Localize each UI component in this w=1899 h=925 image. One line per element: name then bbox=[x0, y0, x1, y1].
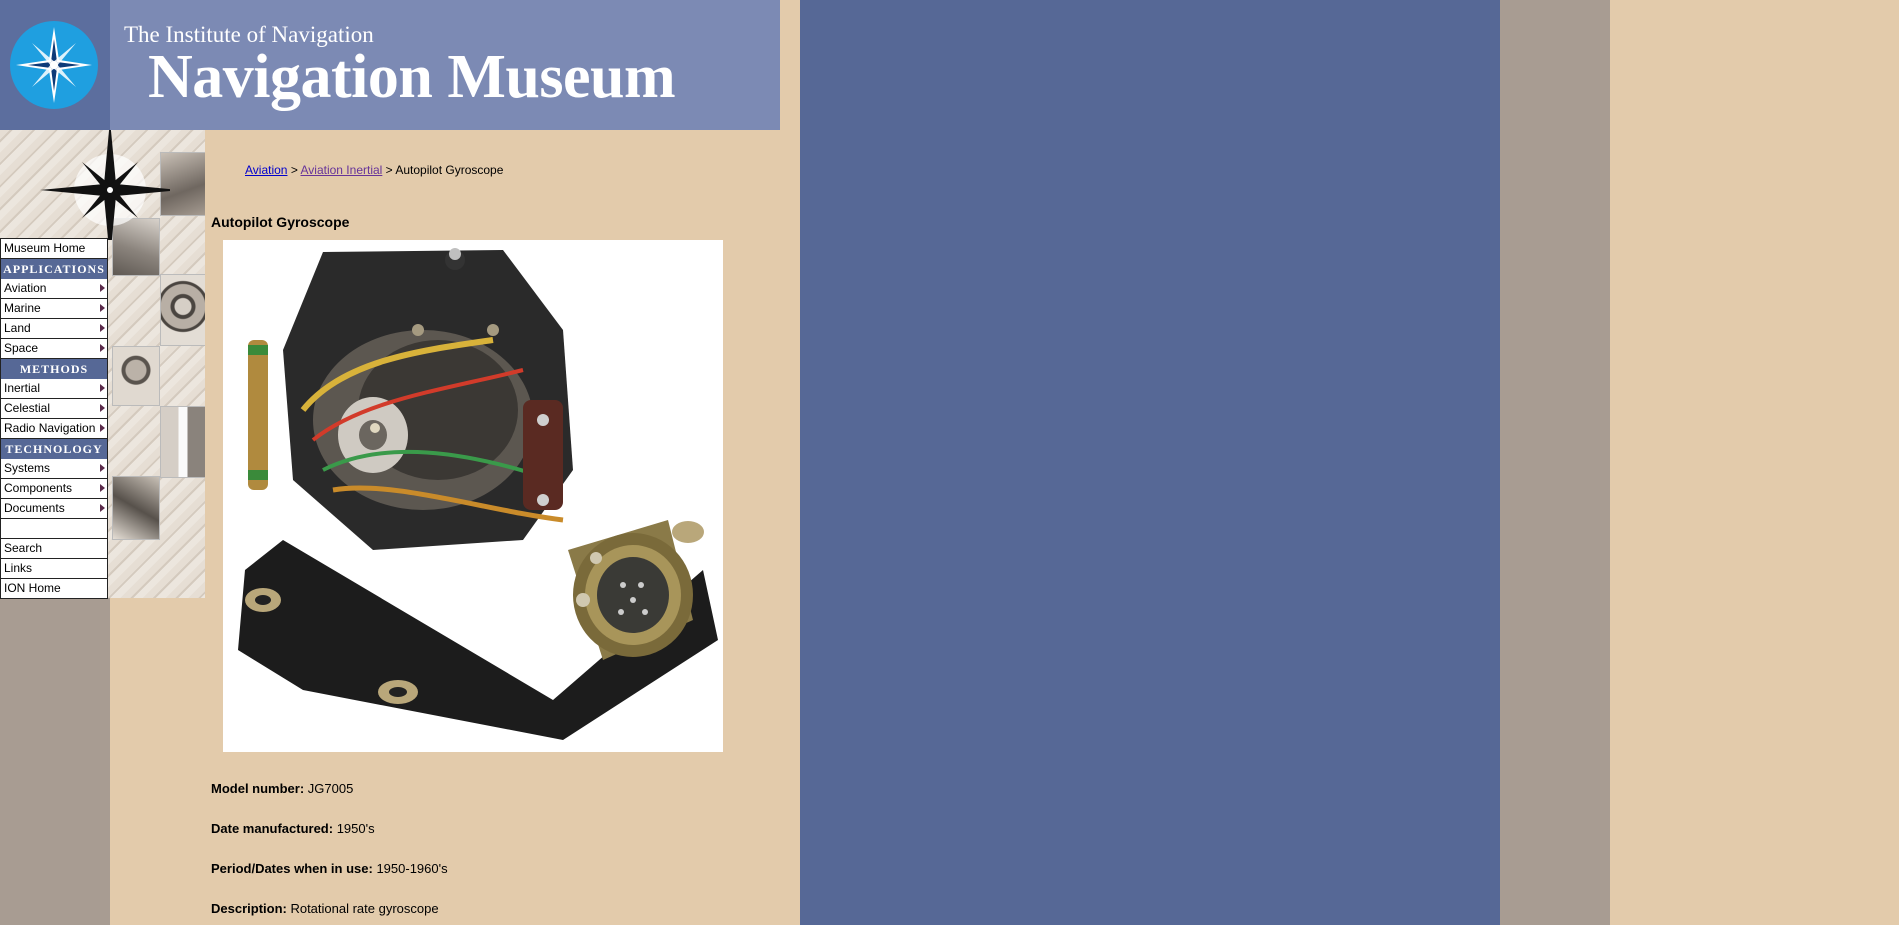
submenu-arrow-icon bbox=[100, 284, 105, 292]
detail-period-in-use: Period/Dates when in use: 1950-1960's bbox=[211, 861, 448, 876]
submenu-arrow-icon bbox=[100, 484, 105, 492]
nav-item-documents[interactable]: Documents bbox=[0, 499, 108, 519]
submenu-arrow-icon bbox=[100, 304, 105, 312]
submenu-arrow-icon bbox=[100, 344, 105, 352]
submenu-arrow-icon bbox=[100, 324, 105, 332]
ion-logo-icon[interactable] bbox=[10, 21, 98, 109]
breadcrumb-current: Autopilot Gyroscope bbox=[395, 163, 504, 177]
submenu-arrow-icon bbox=[100, 504, 105, 512]
compass-rose-icon bbox=[40, 130, 170, 240]
nav-item-label: Systems bbox=[4, 461, 51, 475]
nav-item-label: Documents bbox=[4, 501, 65, 515]
page-background-taupe-strip bbox=[1500, 0, 1610, 925]
nav-item-celestial[interactable]: Celestial bbox=[0, 399, 108, 419]
nav-item-land[interactable]: Land bbox=[0, 319, 108, 339]
breadcrumb: Aviation > Aviation Inertial > Autopilot… bbox=[245, 163, 503, 177]
nav-item-label: Space bbox=[4, 341, 39, 355]
detail-value: Rotational rate gyroscope bbox=[286, 901, 439, 916]
autopilot-gyroscope-image-icon bbox=[238, 248, 718, 740]
nav-item-label: Radio Navigation bbox=[4, 421, 96, 435]
sextant-photo-icon bbox=[112, 476, 160, 540]
submenu-arrow-icon bbox=[100, 424, 105, 432]
logo-box bbox=[0, 0, 110, 130]
submenu-arrow-icon bbox=[100, 404, 105, 412]
nav-item-label: Components bbox=[4, 481, 73, 495]
nav-item-radio-navigation[interactable]: Radio Navigation bbox=[0, 419, 108, 439]
nav-item-label: Celestial bbox=[4, 401, 51, 415]
detail-value: JG7005 bbox=[304, 781, 354, 796]
space-shuttle-icon bbox=[160, 406, 205, 478]
nav-item-marine[interactable]: Marine bbox=[0, 299, 108, 319]
submenu-arrow-icon bbox=[100, 384, 105, 392]
nav-item-label: Land bbox=[4, 321, 31, 335]
nav-item-search[interactable]: Search bbox=[0, 539, 108, 559]
detail-label: Date manufactured: bbox=[211, 821, 334, 836]
nav-spacer bbox=[0, 519, 108, 539]
nav-item-links[interactable]: Links bbox=[0, 559, 108, 579]
nav-item-label: Aviation bbox=[4, 281, 47, 295]
detail-description: Description: Rotational rate gyroscope bbox=[211, 901, 439, 916]
breadcrumb-separator: > bbox=[382, 163, 396, 177]
nav-item-label: Inertial bbox=[4, 381, 41, 395]
nav-heading-applications: APPLICATIONS bbox=[0, 259, 108, 279]
gyroscope-photo bbox=[223, 240, 723, 752]
nav-item-space[interactable]: Space bbox=[0, 339, 108, 359]
nav-item-aviation[interactable]: Aviation bbox=[0, 279, 108, 299]
breadcrumb-link-aviation[interactable]: Aviation bbox=[245, 163, 287, 177]
nav-item-inertial[interactable]: Inertial bbox=[0, 379, 108, 399]
page-background-right bbox=[1610, 0, 1899, 925]
armillary-sphere-icon bbox=[160, 274, 205, 346]
pocket-compass-icon bbox=[112, 346, 160, 406]
site-title: Navigation Museum bbox=[148, 43, 676, 111]
sidebar-nav: Museum Home APPLICATIONS Aviation Marine… bbox=[0, 238, 108, 599]
submenu-arrow-icon bbox=[100, 464, 105, 472]
nav-museum-home[interactable]: Museum Home bbox=[0, 238, 108, 259]
detail-date-manufactured: Date manufactured: 1950's bbox=[211, 821, 375, 836]
page-title: Autopilot Gyroscope bbox=[211, 214, 350, 230]
site-header: The Institute of Navigation Navigation M… bbox=[0, 0, 780, 130]
breadcrumb-separator: > bbox=[287, 163, 301, 177]
nav-item-ion-home[interactable]: ION Home bbox=[0, 579, 108, 599]
nav-item-components[interactable]: Components bbox=[0, 479, 108, 499]
nav-item-label: Marine bbox=[4, 301, 41, 315]
nav-item-systems[interactable]: Systems bbox=[0, 459, 108, 479]
nav-heading-technology: TECHNOLOGY bbox=[0, 439, 108, 459]
detail-label: Description: bbox=[211, 901, 287, 916]
detail-value: 1950's bbox=[333, 821, 375, 836]
detail-label: Model number: bbox=[211, 781, 305, 796]
detail-value: 1950-1960's bbox=[372, 861, 448, 876]
breadcrumb-link-aviation-inertial[interactable]: Aviation Inertial bbox=[301, 163, 383, 177]
nav-heading-methods: METHODS bbox=[0, 359, 108, 379]
detail-model-number: Model number: JG7005 bbox=[211, 781, 353, 796]
page-background-blue-panel bbox=[800, 0, 1500, 925]
detail-label: Period/Dates when in use: bbox=[211, 861, 373, 876]
